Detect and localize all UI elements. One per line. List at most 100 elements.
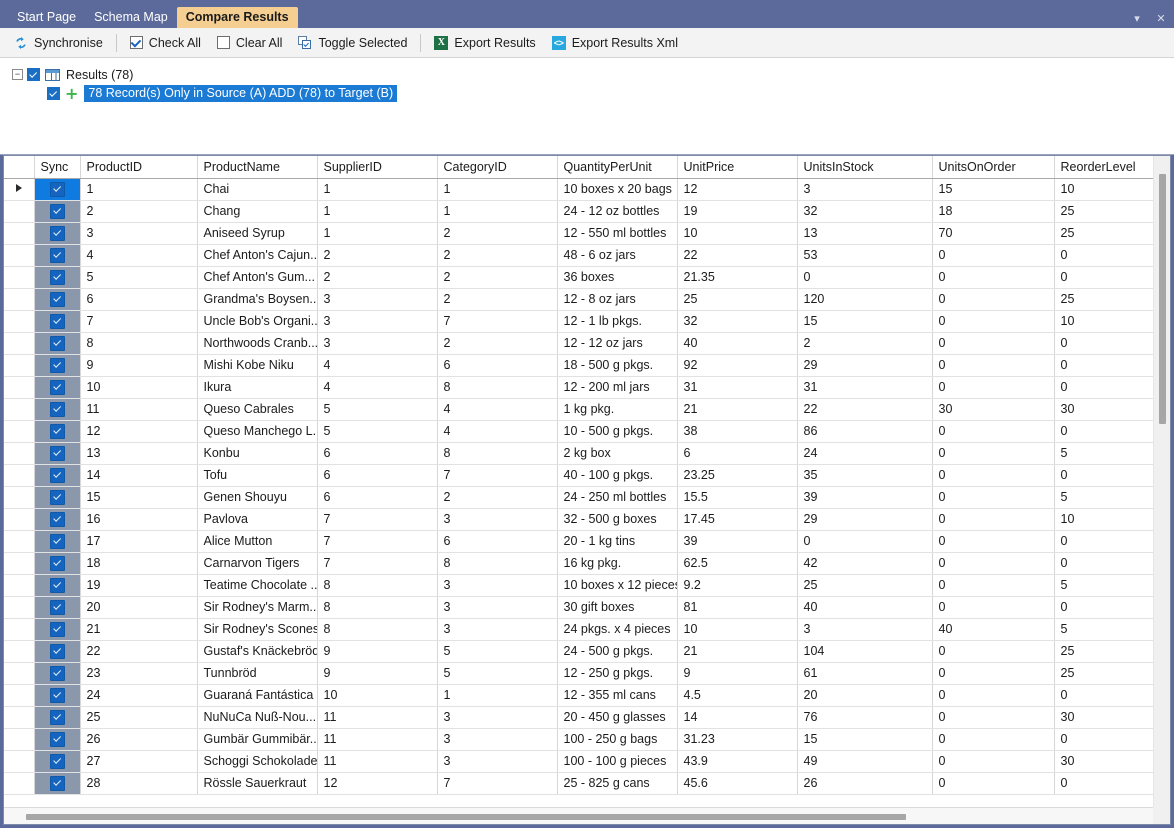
sync-checkbox-cell[interactable] xyxy=(34,398,81,421)
cell-productid[interactable]: 25 xyxy=(80,706,198,729)
cell-productid[interactable]: 28 xyxy=(80,772,198,795)
cell-reorderlevel[interactable]: 0 xyxy=(1054,530,1157,553)
cell-quantityperunit[interactable]: 2 kg box xyxy=(557,442,678,465)
cell-productid[interactable]: 21 xyxy=(80,618,198,641)
table-row[interactable]: 28 Rössle Sauerkraut 12 7 25 - 825 g cans 45.… xyxy=(4,772,1157,795)
cell-productname[interactable]: Aniseed Syrup xyxy=(197,222,318,245)
cell-reorderlevel[interactable]: 5 xyxy=(1054,618,1157,641)
cell-productname[interactable]: Gustaf's Knäckebröd xyxy=(197,640,318,663)
cell-supplierid[interactable]: 6 xyxy=(317,464,438,487)
cell-categoryid[interactable]: 4 xyxy=(437,420,558,443)
column-header-productid[interactable]: ProductID xyxy=(80,156,198,179)
sync-checkbox-cell[interactable] xyxy=(34,640,81,663)
cell-productid[interactable]: 20 xyxy=(80,596,198,619)
cell-productname[interactable]: Genen Shouyu xyxy=(197,486,318,509)
cell-productname[interactable]: Pavlova xyxy=(197,508,318,531)
cell-unitsonorder[interactable]: 18 xyxy=(932,200,1055,223)
sync-checkbox-cell[interactable] xyxy=(34,508,81,531)
cell-unitprice[interactable]: 45.6 xyxy=(677,772,798,795)
tree-node-records-only-in-source[interactable]: + 78 Record(s) Only in Source (A) ADD (7… xyxy=(12,84,1174,103)
table-row[interactable]: 19 Teatime Chocolate ... 8 3 10 boxes x 12 p… xyxy=(4,574,1157,597)
row-selector-cell[interactable] xyxy=(4,596,35,619)
row-selector-cell[interactable] xyxy=(4,178,35,201)
table-row[interactable]: 7 Uncle Bob's Organi... 3 7 12 - 1 lb pkgs. 3… xyxy=(4,310,1157,333)
cell-reorderlevel[interactable]: 0 xyxy=(1054,332,1157,355)
column-header-sync[interactable]: Sync xyxy=(34,156,81,179)
cell-quantityperunit[interactable]: 12 - 8 oz jars xyxy=(557,288,678,311)
cell-categoryid[interactable]: 3 xyxy=(437,750,558,773)
cell-supplierid[interactable]: 9 xyxy=(317,640,438,663)
cell-productid[interactable]: 24 xyxy=(80,684,198,707)
cell-unitprice[interactable]: 81 xyxy=(677,596,798,619)
cell-productname[interactable]: Teatime Chocolate ... xyxy=(197,574,318,597)
table-row[interactable]: 8 Northwoods Cranb... 3 2 12 - 12 oz jars 40 2… xyxy=(4,332,1157,355)
table-row[interactable]: 3 Aniseed Syrup 1 2 12 - 550 ml bottles 10 13 7… xyxy=(4,222,1157,245)
cell-unitprice[interactable]: 23.25 xyxy=(677,464,798,487)
sync-checked-icon[interactable] xyxy=(49,489,65,505)
table-row[interactable]: 21 Sir Rodney's Scones 8 3 24 pkgs. x 4 piec… xyxy=(4,618,1157,641)
sync-checked-icon[interactable] xyxy=(49,731,65,747)
cell-unitsinstock[interactable]: 22 xyxy=(797,398,933,421)
cell-productid[interactable]: 6 xyxy=(80,288,198,311)
table-row[interactable]: 5 Chef Anton's Gum... 2 2 36 boxes 21.35 0 0 0 xyxy=(4,266,1157,289)
row-selector-cell[interactable] xyxy=(4,310,35,333)
cell-categoryid[interactable]: 7 xyxy=(437,310,558,333)
cell-unitsinstock[interactable]: 24 xyxy=(797,442,933,465)
cell-supplierid[interactable]: 2 xyxy=(317,266,438,289)
cell-supplierid[interactable]: 4 xyxy=(317,376,438,399)
row-selector-cell[interactable] xyxy=(4,376,35,399)
cell-supplierid[interactable]: 7 xyxy=(317,552,438,575)
cell-supplierid[interactable]: 8 xyxy=(317,596,438,619)
cell-unitsinstock[interactable]: 104 xyxy=(797,640,933,663)
sync-checkbox-cell[interactable] xyxy=(34,222,81,245)
cell-productname[interactable]: Carnarvon Tigers xyxy=(197,552,318,575)
sync-checkbox-cell[interactable] xyxy=(34,420,81,443)
cell-unitsonorder[interactable]: 0 xyxy=(932,442,1055,465)
cell-unitsinstock[interactable]: 3 xyxy=(797,178,933,201)
sync-checkbox-cell[interactable] xyxy=(34,376,81,399)
row-selector-cell[interactable] xyxy=(4,750,35,773)
close-icon[interactable]: ✕ xyxy=(1154,11,1168,25)
cell-categoryid[interactable]: 6 xyxy=(437,530,558,553)
cell-unitsinstock[interactable]: 0 xyxy=(797,266,933,289)
cell-unitsonorder[interactable]: 15 xyxy=(932,178,1055,201)
tab-schema-map[interactable]: Schema Map xyxy=(85,7,177,28)
cell-unitprice[interactable]: 31 xyxy=(677,376,798,399)
cell-supplierid[interactable]: 1 xyxy=(317,222,438,245)
cell-unitsonorder[interactable]: 0 xyxy=(932,552,1055,575)
cell-unitsinstock[interactable]: 25 xyxy=(797,574,933,597)
sync-checkbox-cell[interactable] xyxy=(34,178,81,201)
cell-productname[interactable]: Chef Anton's Gum... xyxy=(197,266,318,289)
cell-categoryid[interactable]: 7 xyxy=(437,772,558,795)
cell-productname[interactable]: Chai xyxy=(197,178,318,201)
cell-categoryid[interactable]: 3 xyxy=(437,574,558,597)
cell-unitprice[interactable]: 9.2 xyxy=(677,574,798,597)
cell-quantityperunit[interactable]: 12 - 200 ml jars xyxy=(557,376,678,399)
cell-unitsonorder[interactable]: 0 xyxy=(932,376,1055,399)
cell-productname[interactable]: Northwoods Cranb... xyxy=(197,332,318,355)
cell-reorderlevel[interactable]: 25 xyxy=(1054,640,1157,663)
table-row[interactable]: 14 Tofu 6 7 40 - 100 g pkgs. 23.25 35 0 0 xyxy=(4,464,1157,487)
cell-unitsinstock[interactable]: 76 xyxy=(797,706,933,729)
row-selector-cell[interactable] xyxy=(4,442,35,465)
cell-productname[interactable]: Gumbär Gummibär... xyxy=(197,728,318,751)
cell-reorderlevel[interactable]: 0 xyxy=(1054,464,1157,487)
cell-unitsonorder[interactable]: 0 xyxy=(932,750,1055,773)
cell-productname[interactable]: Uncle Bob's Organi... xyxy=(197,310,318,333)
cell-unitsinstock[interactable]: 29 xyxy=(797,354,933,377)
table-row[interactable]: 23 Tunnbröd 9 5 12 - 250 g pkgs. 9 61 0 25 xyxy=(4,662,1157,685)
cell-unitsonorder[interactable]: 0 xyxy=(932,310,1055,333)
row-selector-cell[interactable] xyxy=(4,706,35,729)
cell-unitprice[interactable]: 17.45 xyxy=(677,508,798,531)
cell-reorderlevel[interactable]: 0 xyxy=(1054,266,1157,289)
sync-checked-icon[interactable] xyxy=(49,511,65,527)
sync-checked-icon[interactable] xyxy=(49,577,65,593)
cell-quantityperunit[interactable]: 100 - 100 g pieces xyxy=(557,750,678,773)
cell-unitsonorder[interactable]: 0 xyxy=(932,332,1055,355)
cell-reorderlevel[interactable]: 10 xyxy=(1054,178,1157,201)
cell-reorderlevel[interactable]: 0 xyxy=(1054,728,1157,751)
row-selector-cell[interactable] xyxy=(4,508,35,531)
sync-checkbox-cell[interactable] xyxy=(34,684,81,707)
cell-unitsonorder[interactable]: 0 xyxy=(932,486,1055,509)
cell-productname[interactable]: Alice Mutton xyxy=(197,530,318,553)
